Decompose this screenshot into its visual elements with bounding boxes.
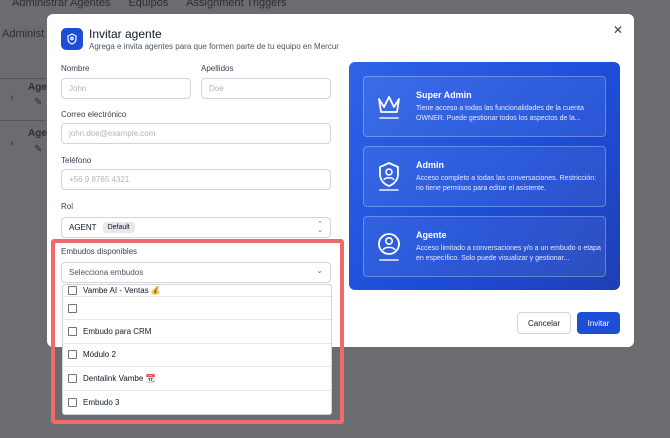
tab-administrar-agentes: Administrar Agentes — [12, 0, 111, 9]
chevron-up-down-icon: ⌃ ⌄ — [317, 221, 323, 234]
shield-user-icon — [379, 162, 399, 191]
crown-icon — [378, 96, 400, 119]
invite-button[interactable]: Invitar — [577, 312, 620, 334]
role-description: Acceso completo a todas las conversacion… — [416, 175, 597, 192]
checkbox[interactable] — [68, 327, 77, 337]
phone-field[interactable] — [61, 169, 331, 190]
chevron-right-icon: › — [10, 92, 14, 103]
embudos-label: Embudos disponibles — [61, 247, 138, 256]
nombre-label: Nombre — [61, 64, 90, 73]
rol-select[interactable]: AGENT Default ⌃ ⌄ — [61, 217, 331, 238]
role-card-agente[interactable]: Agente Acceso limitado a conversaciones … — [363, 216, 606, 277]
list-item[interactable] — [63, 297, 331, 321]
list-item[interactable]: Módulo 2 — [63, 344, 331, 368]
close-icon[interactable]: ✕ — [613, 23, 623, 37]
email-field[interactable] — [61, 123, 331, 144]
checkbox[interactable] — [68, 303, 77, 313]
list-item[interactable]: Embudo 3 — [63, 391, 331, 414]
pencil-icon: ✎ — [34, 144, 43, 155]
list-item[interactable]: Dentalink Vambe 📆 — [63, 367, 331, 391]
checkbox[interactable] — [68, 373, 77, 383]
checkbox[interactable] — [68, 350, 77, 360]
tab-assignment-triggers: Assignment Triggers — [186, 0, 287, 9]
user-circle-icon — [378, 233, 400, 261]
embudos-placeholder: Selecciona embudos — [69, 268, 144, 277]
modal-title: Invitar agente — [89, 27, 162, 41]
divider — [0, 120, 46, 121]
modal-subtitle: Agrega e invita agentes para que formen … — [89, 42, 339, 51]
background-tabs: Administrar Agentes Equipos Assignment T… — [0, 0, 286, 12]
role-title: Admin — [416, 160, 444, 170]
list-item-label: Dentalink Vambe 📆 — [83, 373, 156, 383]
embudos-select[interactable]: Selecciona embudos ⌄ — [61, 262, 331, 283]
chevron-right-icon: › — [10, 138, 14, 149]
roles-panel: Super Admin Tiene acceso a todas las fun… — [349, 62, 620, 290]
shield-icon — [61, 28, 83, 50]
role-title: Agente — [416, 230, 447, 240]
list-item-label: Vambe AI - Ventas 💰 — [83, 286, 161, 295]
background-title: Administ — [2, 28, 45, 40]
nombre-input[interactable] — [61, 78, 191, 99]
divider — [0, 78, 46, 79]
list-item[interactable]: Embudo para CRM — [63, 320, 331, 344]
list-item-label: Embudo 3 — [83, 397, 120, 407]
list-item-label: Módulo 2 — [83, 350, 116, 360]
chevron-down-icon: ⌄ — [316, 266, 323, 275]
checkbox[interactable] — [68, 397, 77, 407]
tab-equipos: Equipos — [128, 0, 169, 9]
role-description: Tiene acceso a todas las funcionalidades… — [416, 105, 584, 122]
telefono-label: Teléfono — [61, 156, 92, 165]
role-card-super-admin[interactable]: Super Admin Tiene acceso a todas las fun… — [363, 76, 606, 137]
rol-label: Rol — [61, 202, 74, 211]
role-title: Super Admin — [416, 90, 472, 100]
pencil-icon: ✎ — [34, 97, 43, 108]
apellidos-input[interactable] — [201, 78, 331, 99]
checkbox[interactable] — [68, 286, 77, 295]
apellidos-label: Apellidos — [201, 64, 234, 73]
role-description: Acceso limitado a conversaciones y/o a u… — [416, 245, 601, 262]
embudos-dropdown-list: Vambe AI - Ventas 💰 Embudo para CRM Módu… — [62, 284, 332, 415]
cancel-button[interactable]: Cancelar — [517, 312, 571, 334]
default-badge: Default — [102, 222, 135, 233]
list-item[interactable]: Vambe AI - Ventas 💰 — [63, 285, 331, 297]
correo-label: Correo electrónico — [61, 110, 127, 119]
role-card-admin[interactable]: Admin Acceso completo a todas las conver… — [363, 146, 606, 207]
list-item-label: Embudo para CRM — [83, 327, 152, 337]
rol-value: AGENT — [69, 223, 97, 232]
